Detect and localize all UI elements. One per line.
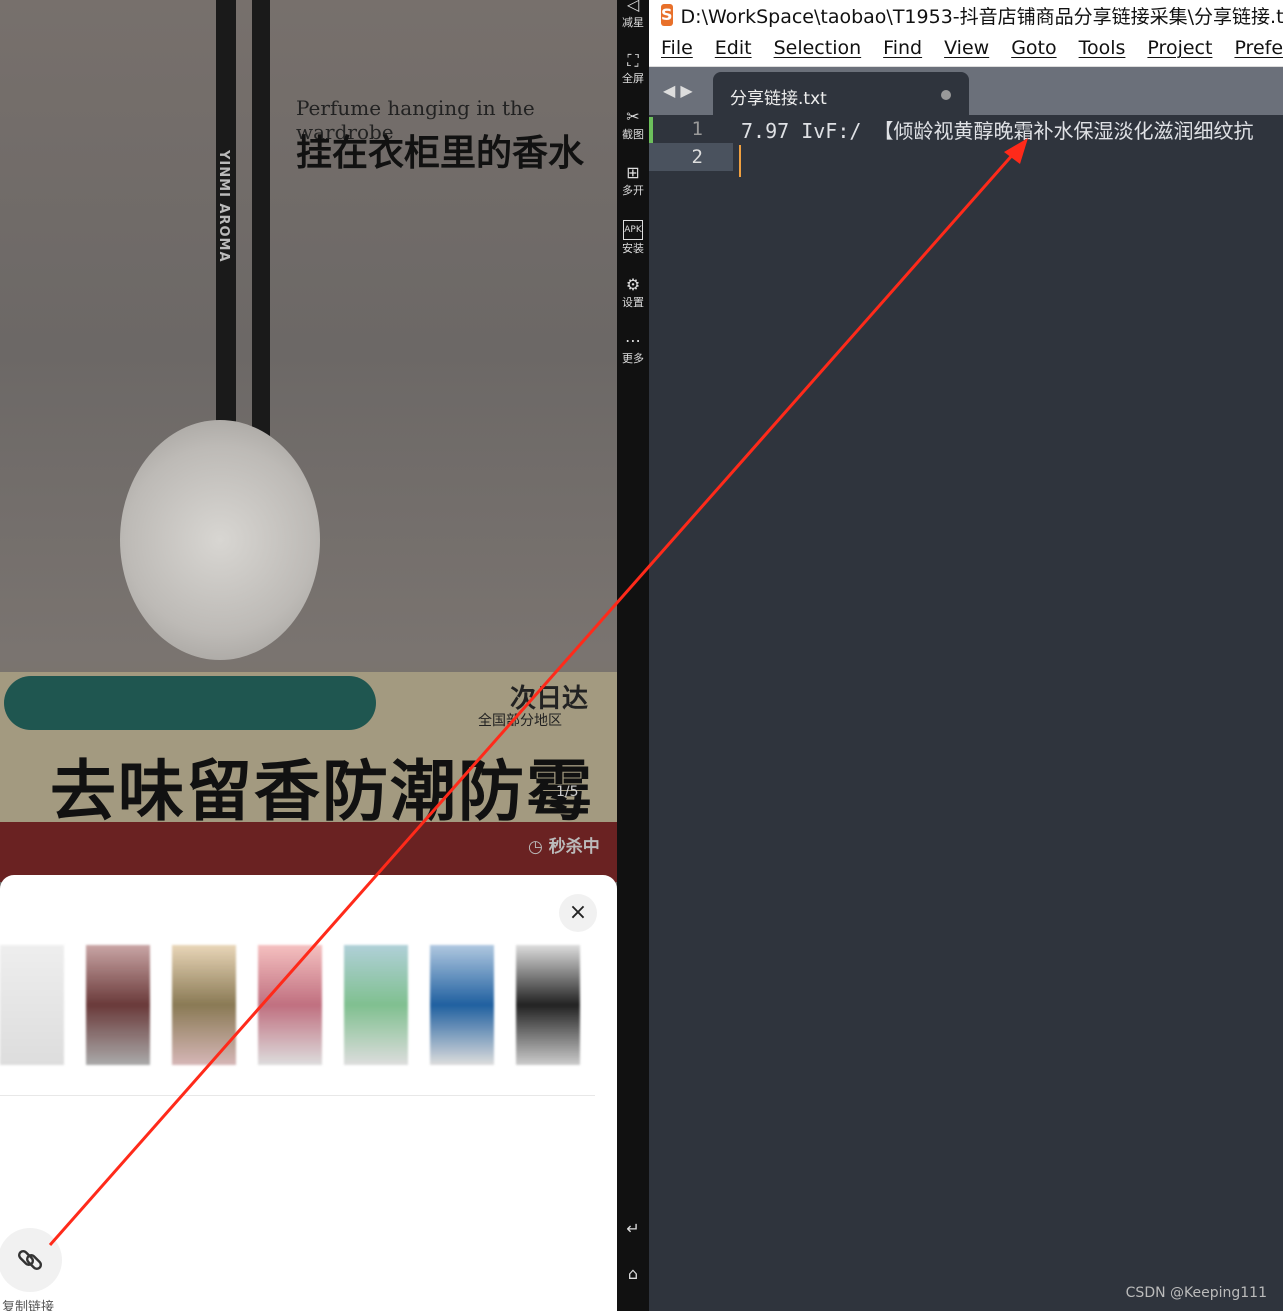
ribbon-text: YINMI AROMA — [216, 150, 231, 263]
flash-sale-bar — [0, 822, 617, 882]
blurred-pill — [4, 676, 376, 730]
contact-avatar[interactable] — [258, 945, 322, 1065]
emulator-toolbar: ◁ 减星 ⛶ 全屏 ✂ 截图 ⊞ 多开 APK 安装 ⚙ 设置 ⋯ 更多 ↵ ⌂ — [617, 0, 649, 1311]
volume-down-icon: ◁ — [626, 0, 640, 14]
tab-bar: ◀ ▶ 分享链接.txt — [649, 67, 1283, 115]
tool-fullscreen[interactable]: ⛶ 全屏 — [617, 52, 649, 86]
tool-more[interactable]: ⋯ 更多 — [617, 332, 649, 366]
text-caret — [739, 145, 741, 177]
tool-label: 截图 — [622, 128, 644, 141]
window-title: D:\WorkSpace\taobao\T1953-抖音店铺商品分享链接采集\分… — [680, 5, 1283, 28]
contact-avatar[interactable] — [516, 945, 580, 1065]
ribbon — [252, 0, 270, 440]
multi-instance-icon: ⊞ — [626, 163, 640, 182]
tool-volume-down[interactable]: ◁ 减星 — [617, 0, 649, 30]
image-pager: 1/5 — [556, 784, 579, 800]
tool-settings[interactable]: ⚙ 设置 — [617, 276, 649, 310]
menu-edit[interactable]: Edit — [715, 37, 752, 59]
contact-avatar[interactable] — [86, 945, 150, 1065]
apk-icon: APK — [623, 220, 643, 240]
menu-find[interactable]: Find — [883, 37, 922, 59]
contact-avatar[interactable] — [430, 945, 494, 1065]
link-icon — [17, 1249, 43, 1271]
tool-screenshot[interactable]: ✂ 截图 — [617, 108, 649, 142]
menu-bar: File Edit Selection Find View Goto Tools… — [649, 30, 1283, 67]
tool-multi[interactable]: ⊞ 多开 — [617, 164, 649, 198]
unsaved-dot-icon[interactable] — [941, 90, 951, 100]
menu-view[interactable]: View — [944, 37, 989, 59]
flash-sale-label: ◷ 秒杀中 — [528, 837, 600, 857]
copy-link-button[interactable] — [0, 1228, 62, 1292]
gear-icon: ⚙ — [625, 275, 641, 294]
divider — [0, 1095, 595, 1096]
tool-install[interactable]: APK 安装 — [617, 220, 649, 256]
menu-file[interactable]: File — [661, 37, 693, 59]
menu-tools[interactable]: Tools — [1079, 37, 1126, 59]
sublime-text-window: S D:\WorkSpace\taobao\T1953-抖音店铺商品分享链接采集\… — [649, 0, 1283, 1311]
line-number: 1 — [691, 118, 703, 140]
contact-avatar[interactable] — [172, 945, 236, 1065]
product-headline: 挂在衣柜里的香水 — [296, 133, 585, 174]
flash-sale-text: 秒杀中 — [548, 837, 600, 857]
tool-label: 多开 — [622, 184, 644, 197]
tool-label: 减星 — [622, 16, 644, 29]
menu-preferences[interactable]: Preferences — [1234, 37, 1283, 59]
banner-text: 去味留香防潮防霉 — [50, 753, 594, 830]
line-gutter: 1 2 — [649, 115, 733, 171]
tab-share-links[interactable]: 分享链接.txt — [713, 72, 969, 115]
watermark: CSDN @Keeping111 — [1125, 1285, 1267, 1301]
back-icon: ↵ — [626, 1219, 640, 1238]
contact-avatar[interactable] — [344, 945, 408, 1065]
tool-label: 安装 — [622, 242, 644, 255]
flower-sachet — [120, 420, 320, 660]
phone-screen: YINMI AROMA Perfume hanging in the wardr… — [0, 0, 617, 1311]
tab-label: 分享链接.txt — [730, 89, 827, 109]
contact-avatar[interactable] — [0, 945, 64, 1065]
home-icon: ⌂ — [627, 1264, 639, 1283]
code-line[interactable]: 7.97 IvF:/ 【倾龄视黄醇晚霜补水保湿淡化滋润细纹抗 — [741, 115, 1253, 147]
tool-label: 设置 — [622, 296, 644, 309]
copy-link-label: 复制链接 — [2, 1300, 55, 1311]
back-button[interactable]: ↵ — [617, 1220, 649, 1238]
home-button[interactable]: ⌂ — [617, 1265, 649, 1283]
product-image[interactable]: YINMI AROMA Perfume hanging in the wardr… — [0, 0, 617, 875]
tool-label: 全屏 — [622, 72, 644, 85]
menu-project[interactable]: Project — [1147, 37, 1212, 59]
fullscreen-icon: ⛶ — [627, 51, 639, 70]
tool-label: 更多 — [622, 352, 644, 365]
close-button[interactable]: × — [559, 894, 597, 932]
scissors-icon: ✂ — [626, 107, 640, 126]
sublime-logo-icon: S — [661, 4, 673, 26]
contact-list — [0, 945, 580, 1065]
delivery-area: 全国部分地区 — [478, 713, 562, 729]
share-sheet — [0, 875, 617, 1311]
menu-selection[interactable]: Selection — [774, 37, 862, 59]
line-number: 2 — [649, 143, 733, 171]
title-bar: S D:\WorkSpace\taobao\T1953-抖音店铺商品分享链接采集\… — [649, 0, 1283, 30]
tab-nav-arrows[interactable]: ◀ ▶ — [663, 81, 693, 100]
more-icon: ⋯ — [625, 331, 641, 350]
menu-goto[interactable]: Goto — [1011, 37, 1056, 59]
